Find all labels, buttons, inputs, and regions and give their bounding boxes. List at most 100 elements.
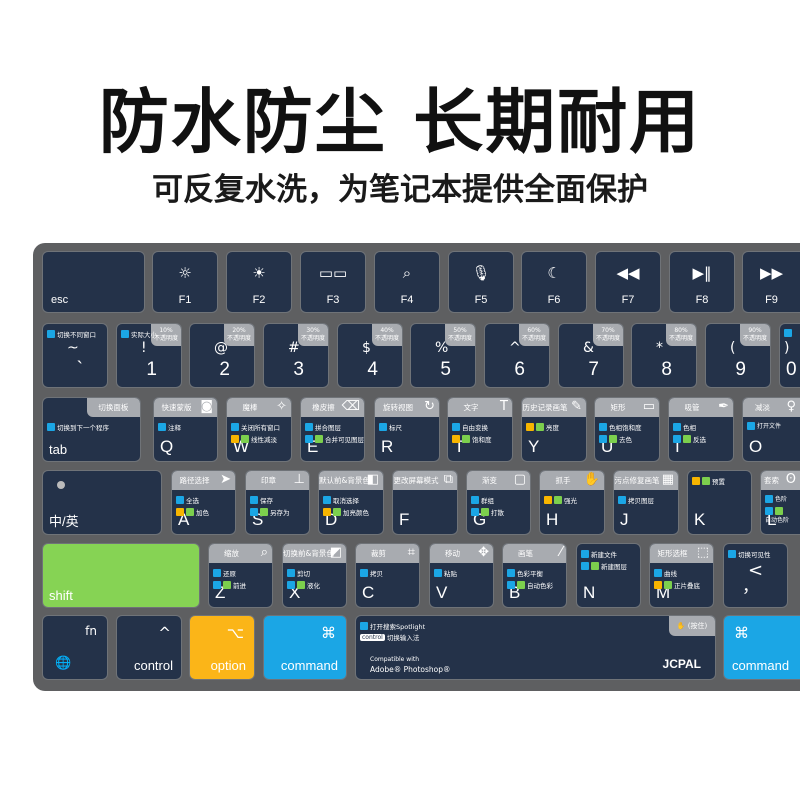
key-U[interactable]: 矩形 ▭ U 色相饱和度 去色 <box>594 397 660 462</box>
key-f4[interactable]: ⌕ F4 <box>374 251 440 313</box>
key-tab[interactable]: 切换面板 tab 切换到下一个程序 <box>42 397 141 462</box>
key-3[interactable]: #3 30% 不透明度 <box>263 323 329 388</box>
shortcut-label: 合并可见图层 <box>325 436 364 444</box>
key-0[interactable]: ) 0 <box>779 323 800 388</box>
key-E[interactable]: 橡皮擦 ⌫ E 拼合图层 合并可见图层 <box>300 397 365 462</box>
key-option[interactable]: ⌥ option <box>189 615 255 680</box>
key-command-left[interactable]: ⌘ command <box>263 615 347 680</box>
tool-name: 缩放 <box>224 549 239 558</box>
key-label: 1 <box>146 359 157 380</box>
key-I[interactable]: 吸管 ✒ I 色相 反选 <box>668 397 734 462</box>
key-M[interactable]: 矩形选框 ⬚ M 曲线 正片叠底 <box>649 543 714 608</box>
key-f3[interactable]: ▭▭ F3 <box>300 251 366 313</box>
key-L[interactable]: 套索 ʘ L 色阶 自动色阶 <box>760 470 800 535</box>
key-V[interactable]: 移动 ✥ V 粘贴 <box>429 543 494 608</box>
shortcut: 切换到下一个程序 <box>47 422 138 432</box>
key-H[interactable]: 抓手 ✋ H 强光 <box>539 470 605 535</box>
key-label: command <box>280 658 338 673</box>
key-N[interactable]: N 新建文件 新建图层 <box>576 543 641 608</box>
tool-header: 路径选择 ➤ <box>172 471 235 490</box>
shortcut-label: 新建图层 <box>601 563 627 571</box>
key-shift[interactable]: shift <box>42 543 200 608</box>
blue-modifier-square <box>287 569 295 577</box>
shortcut-label: 去色 <box>619 436 632 444</box>
key-label: F8 <box>695 294 709 306</box>
key-A[interactable]: 路径选择 ➤ A 全选 加色 <box>171 470 236 535</box>
key-label: Y <box>528 437 540 456</box>
key-f6[interactable]: ☾ F6 <box>521 251 587 313</box>
key-9[interactable]: (9 90% 不透明度 <box>705 323 771 388</box>
key-K[interactable]: K 预置 <box>687 470 752 535</box>
key-2[interactable]: @2 20% 不透明度 <box>189 323 255 388</box>
key-C[interactable]: 裁剪 ⌗ C 拷贝 <box>355 543 420 608</box>
key-中/英[interactable]: 中/英 <box>42 470 162 535</box>
opacity-label: 不透明度 <box>742 335 767 342</box>
key-8[interactable]: * 8 80% 不透明度 <box>631 323 697 388</box>
key-D[interactable]: 默认前&背景色 ◧ D 取消选择 加亮颜色 <box>318 470 384 535</box>
key-4[interactable]: $4 40% 不透明度 <box>337 323 403 388</box>
opacity-badge: 20% 不透明度 <box>224 324 254 346</box>
opacity-badge: 40% 不透明度 <box>372 324 402 346</box>
key-T[interactable]: 文字 T T 自由变换 饱和度 <box>447 397 513 462</box>
key-F[interactable]: 更改屏幕模式 ⧉ F <box>392 470 458 535</box>
key-f9[interactable]: ▶▶ F9 <box>742 251 800 313</box>
shortcut-label: 前进 <box>233 582 246 590</box>
orange-modifier-square <box>176 508 184 516</box>
shortcut: 粘贴 <box>434 568 491 578</box>
eraser-icon: ⌫ <box>341 399 360 414</box>
blue-modifier-square <box>360 622 368 630</box>
key-S[interactable]: 印章 ⊥ S 保存 另存为 <box>245 470 310 535</box>
key-f2[interactable]: ☀ F2 <box>226 251 292 313</box>
key-Y[interactable]: 历史记录画笔 ✎ Y 亮度 <box>521 397 587 462</box>
product-text: Adobe® Photoshop® <box>370 665 451 674</box>
key-space[interactable]: 打开搜索Spotlight control 切换输入法 Compatible with… <box>355 615 716 680</box>
key-1[interactable]: ! 1 10% 不透明度 实际大小 <box>116 323 182 388</box>
opacity-value: 70% <box>601 327 615 334</box>
key-`[interactable]: ~ ` 切换不同窗口 <box>42 323 108 388</box>
key-f5[interactable]: 🎙 F5 <box>448 251 514 313</box>
key-X[interactable]: 切换前&背景色 ◩ X 剪切 液化 <box>282 543 347 608</box>
blue-modifier-square <box>673 435 681 443</box>
key-Z[interactable]: 缩放 ⌕ Z 还原 前进 <box>208 543 273 608</box>
key-W[interactable]: 魔棒 ✧ W 关闭所有窗口 线性减淡 <box>226 397 292 462</box>
key-label: 5 <box>440 359 451 380</box>
key-control[interactable]: ^ control <box>116 615 182 680</box>
key-label: F4 <box>400 294 414 306</box>
shortcut: 加亮颜色 <box>323 507 381 517</box>
shortcut: 曲线 <box>654 568 711 578</box>
opacity-label: 不透明度 <box>300 335 325 342</box>
key-6[interactable]: ^ 6 60% 不透明度 <box>484 323 550 388</box>
key-f8[interactable]: ▶‖ F8 <box>669 251 735 313</box>
shortcut-label: 自由变换 <box>462 424 488 432</box>
blue-modifier-square <box>728 550 736 558</box>
key-，[interactable]: ， < 切换可见性 <box>723 543 788 608</box>
key-R[interactable]: 旋转视图 ↻ R 标尺 <box>374 397 440 462</box>
shortcut: 色相饱和度 <box>599 422 657 432</box>
key-f1[interactable]: ☼ F1 <box>152 251 218 313</box>
shortcut-label: 切换可见性 <box>738 551 771 559</box>
blue-modifier-square <box>618 496 626 504</box>
key-esc[interactable]: esc <box>42 251 145 313</box>
key-Q[interactable]: 快速蒙版 ◙ Q 注释 <box>153 397 218 462</box>
key-O[interactable]: 减淡 ♀ O 打开文件 <box>742 397 800 462</box>
key-5[interactable]: % 5 50% 不透明度 <box>410 323 476 388</box>
key-label: V <box>436 583 448 602</box>
blue-modifier-square <box>507 581 515 589</box>
control-symbol: ^ <box>158 624 171 642</box>
key-J[interactable]: 污点修复画笔 ▦ J 拷贝图层 <box>613 470 679 535</box>
green-modifier-square <box>775 507 783 515</box>
key-7[interactable]: & 7 70% 不透明度 <box>558 323 624 388</box>
history-brush-icon: ✎ <box>571 399 582 414</box>
shortcut-label: 关闭所有窗口 <box>241 424 280 432</box>
rewind-icon: ◀◀ <box>616 264 640 282</box>
shortcut: 亮度 <box>526 422 584 432</box>
opacity-value: 80% <box>674 327 688 334</box>
key-f7[interactable]: ◀◀ F7 <box>595 251 661 313</box>
key-command-right[interactable]: ⌘ command <box>723 615 800 680</box>
blue-modifier-square <box>287 581 295 589</box>
key-fn[interactable]: fn 🌐 <box>42 615 108 680</box>
shortcut-label: 剪切 <box>297 570 310 578</box>
green-modifier-square <box>241 435 249 443</box>
key-B[interactable]: 画笔 ⁄ B 色彩平衡 自动色彩 <box>502 543 567 608</box>
key-G[interactable]: 渐变 ▢ G 群组 打散 <box>466 470 531 535</box>
